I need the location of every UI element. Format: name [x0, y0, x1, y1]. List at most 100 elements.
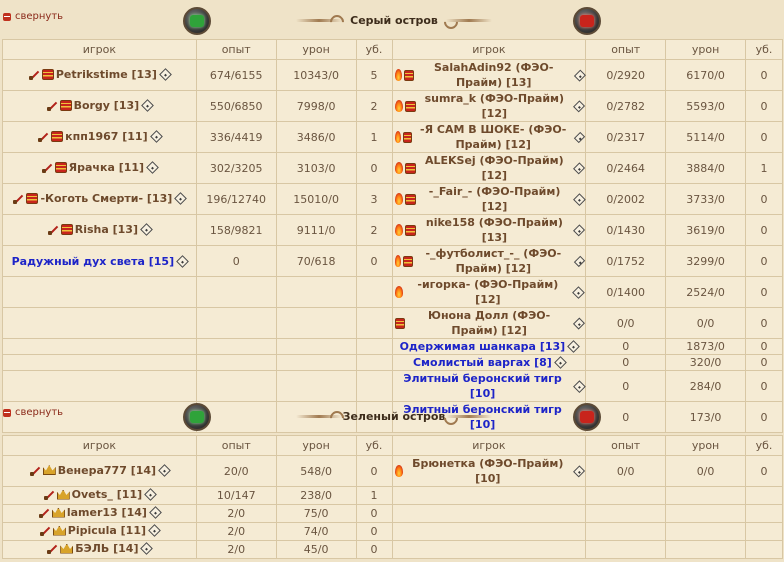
info-icon[interactable]	[174, 191, 188, 205]
info-icon[interactable]	[553, 356, 567, 369]
info-icon[interactable]	[572, 192, 586, 206]
player-name[interactable]: nike158 (ФЭО-Прайм) [13]	[418, 215, 571, 245]
player-name[interactable]: Risha [13]	[75, 222, 138, 237]
table-row: Ярачка [11] 302/3205 3103/0 0 ALEKSej (Ф…	[2, 152, 783, 184]
player-name[interactable]: БЭЛЬ [14]	[75, 541, 138, 556]
empty-cell	[585, 540, 667, 559]
table-row: Borgy [13] 550/6850 7998/0 2 sumra_k (ФЭ…	[2, 90, 783, 122]
info-icon[interactable]	[149, 506, 162, 519]
table-row: Petrikstime [13] 674/6155 10343/0 5 Sala…	[2, 59, 783, 91]
damage-cell: 5593/0	[665, 90, 747, 122]
kills-cell: 2	[355, 214, 393, 246]
player-name[interactable]: -Я САМ В ШОКЕ- (ФЭО-Прайм) [12]	[414, 122, 572, 152]
damage-cell: 0/0	[665, 455, 746, 487]
battle-table-gray: игрок опыт урон уб. игрок опыт урон уб. …	[2, 39, 783, 433]
collapse-link[interactable]: свернуть	[3, 407, 63, 418]
info-icon[interactable]	[572, 223, 586, 237]
info-icon[interactable]	[572, 464, 586, 478]
collapse-link[interactable]: свернуть	[3, 11, 63, 22]
info-icon[interactable]	[149, 129, 163, 143]
team-emblem-green[interactable]	[183, 403, 211, 431]
info-icon[interactable]	[572, 161, 586, 175]
player-name[interactable]: Венера777 [14]	[58, 463, 156, 478]
empty-cell	[195, 276, 277, 308]
player-name[interactable]: sumra_k (ФЭО-Прайм) [12]	[418, 91, 571, 121]
info-icon[interactable]	[567, 340, 581, 353]
empty-cell	[275, 307, 357, 339]
info-icon[interactable]	[573, 255, 586, 267]
info-icon[interactable]	[574, 131, 586, 143]
info-icon[interactable]	[140, 222, 153, 236]
info-icon[interactable]	[140, 542, 154, 555]
bot-name[interactable]: Одержимая шанкара [13]	[400, 339, 566, 354]
exp-cell: 302/3205	[195, 152, 277, 184]
player-name[interactable]: Брюнетка (ФЭО-Прайм) [10]	[405, 456, 571, 486]
player-name[interactable]: кпп1967 [11]	[65, 129, 147, 144]
player-name[interactable]: Ovets_ [11]	[72, 487, 142, 502]
exp-cell: 0/0	[585, 307, 667, 339]
kills-cell: 0	[745, 307, 783, 339]
collapse-label[interactable]: свернуть	[15, 407, 63, 418]
kills-cell: 0	[745, 214, 783, 246]
player-name[interactable]: Petrikstime [13]	[56, 67, 157, 82]
player-name[interactable]: -Коготь Смерти- [13]	[40, 191, 172, 206]
column-header-kills: уб.	[744, 435, 784, 456]
player-name[interactable]: lamer13 [14]	[67, 505, 147, 520]
player-name[interactable]: -игорка- (ФЭО-Прайм) [12]	[405, 277, 570, 307]
damage-cell: 238/0	[275, 486, 357, 505]
team-emblem-green[interactable]	[183, 7, 211, 35]
bot-name[interactable]: Смолистый варгах [8]	[413, 355, 552, 370]
empty-cell	[355, 307, 393, 339]
section-title-text: Серый остров	[350, 13, 438, 27]
info-icon[interactable]	[148, 524, 161, 537]
section-title-text: Зеленый остров	[342, 409, 446, 423]
info-icon[interactable]	[146, 160, 159, 174]
exp-cell: 0/2782	[585, 90, 667, 122]
info-icon[interactable]	[572, 379, 586, 393]
column-header-damage: урон	[275, 39, 357, 60]
player-name[interactable]: Юнона Долл (ФЭО-Прайм) [12]	[407, 308, 572, 338]
info-icon[interactable]	[572, 285, 586, 299]
exp-cell: 2/0	[195, 540, 277, 559]
empty-cell	[585, 522, 667, 541]
info-icon[interactable]	[144, 488, 157, 501]
crown-icon	[60, 543, 74, 554]
empty-cell	[275, 354, 357, 371]
column-header-kills: уб.	[355, 435, 393, 456]
sword-icon	[43, 489, 55, 500]
player-name[interactable]: SalahAdin92 (ФЭО-Прайм) [13]	[416, 60, 572, 90]
player-name[interactable]: -_Fair_- (ФЭО-Прайм) [12]	[418, 184, 570, 214]
collapse-label[interactable]: свернуть	[15, 11, 63, 22]
exp-cell: 0	[585, 354, 667, 371]
info-icon[interactable]	[176, 254, 189, 268]
crown-icon	[51, 507, 65, 518]
player-name[interactable]: ALEKSej (ФЭО-Прайм) [12]	[418, 153, 571, 183]
kills-cell: 0	[745, 90, 783, 122]
info-icon[interactable]	[573, 69, 586, 81]
kills-cell: 0	[355, 540, 393, 559]
info-icon[interactable]	[158, 463, 171, 477]
empty-cell	[391, 540, 587, 559]
sword-icon	[29, 465, 41, 476]
player-name[interactable]: Ярачка [11]	[69, 160, 144, 175]
rank-icon	[59, 99, 72, 111]
info-icon[interactable]	[158, 67, 172, 81]
player-name[interactable]: Borgy [13]	[74, 98, 140, 113]
team-emblem-red[interactable]	[573, 7, 601, 35]
fire-icon	[394, 286, 404, 298]
exp-cell: 0/0	[585, 455, 667, 487]
bot-name[interactable]: Радужный дух света [15]	[12, 254, 174, 269]
empty-cell	[391, 504, 587, 523]
team-emblem-red[interactable]	[573, 403, 601, 431]
sword-icon	[38, 507, 50, 518]
table-row: Радужный дух света [15] 0 70/618 0 -_фут…	[2, 245, 783, 277]
fire-icon	[394, 255, 402, 267]
info-icon[interactable]	[141, 98, 155, 112]
player-name[interactable]: Pipicula [11]	[68, 523, 146, 538]
fire-icon	[394, 100, 403, 112]
exp-cell: 336/4419	[195, 121, 277, 153]
info-icon[interactable]	[572, 99, 586, 113]
info-icon[interactable]	[573, 317, 586, 329]
player-name[interactable]: -_футболист_-_ (ФЭО-Прайм) [12]	[415, 246, 572, 276]
column-header-player: игрок	[2, 39, 197, 60]
